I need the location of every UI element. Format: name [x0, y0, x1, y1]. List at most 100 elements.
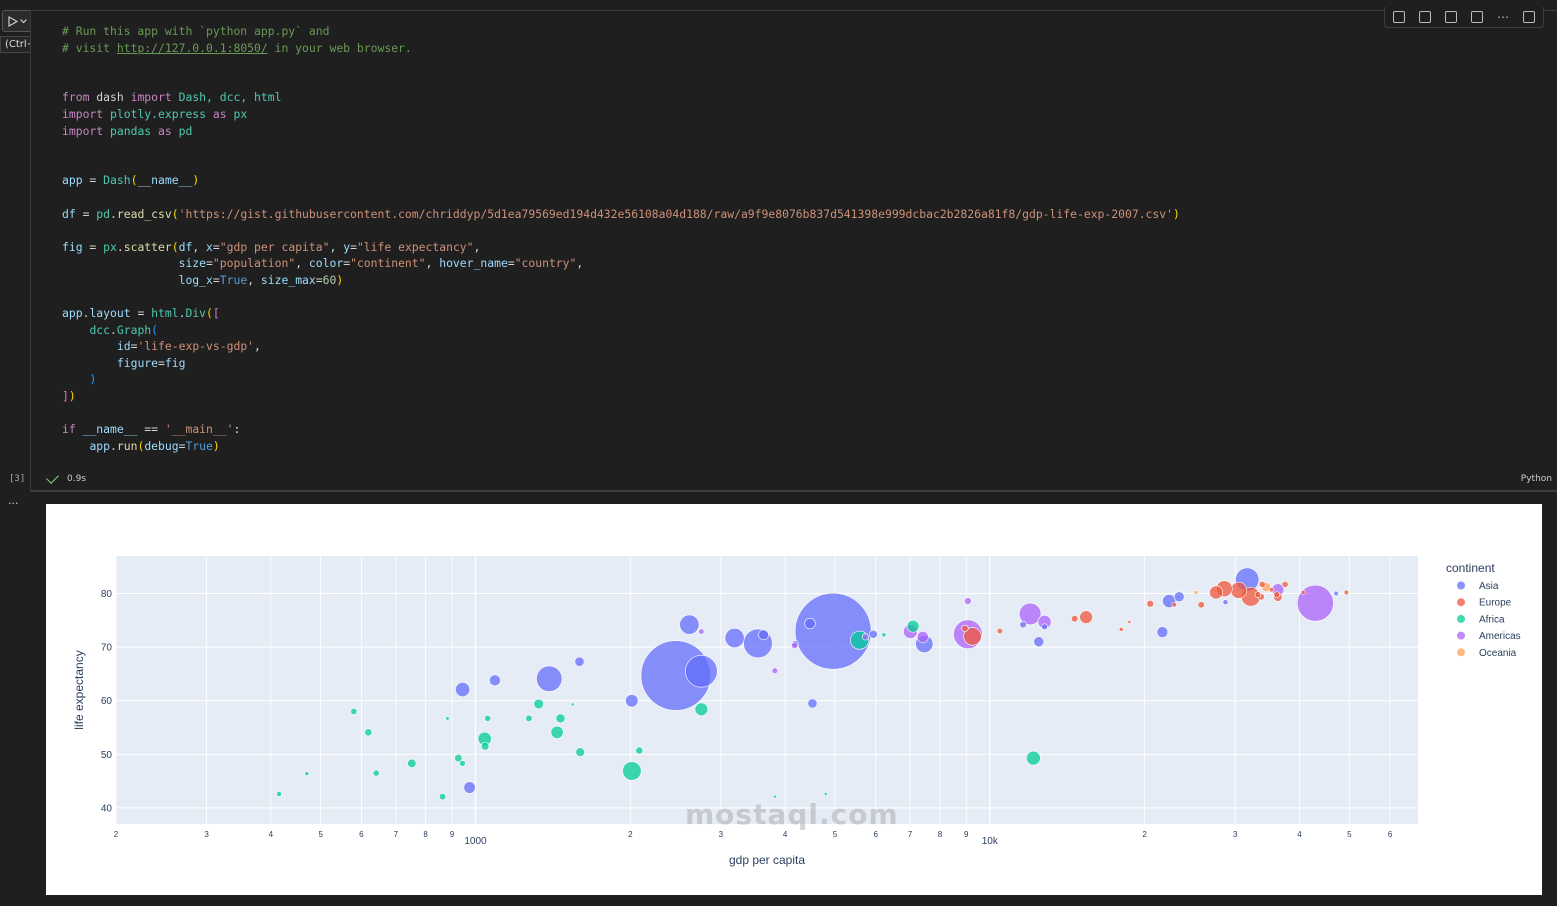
output-menu-icon[interactable]: ...: [8, 494, 19, 507]
legend-item-africa[interactable]: Africa: [1479, 614, 1505, 625]
bubble-europe[interactable]: [1209, 585, 1224, 600]
bubble-africa[interactable]: [550, 725, 564, 739]
bubble-americas[interactable]: [791, 642, 798, 649]
bubble-oceania[interactable]: [1193, 590, 1199, 595]
bubble-asia[interactable]: [685, 654, 718, 688]
bubble-asia[interactable]: [1041, 623, 1048, 631]
code-line: app = Dash(__name__): [62, 173, 199, 187]
more-icon[interactable]: ⋯: [1497, 11, 1509, 23]
bubble-europe[interactable]: [1127, 620, 1132, 624]
bubble-africa[interactable]: [276, 791, 282, 797]
code-line: # visit http://127.0.0.1:8050/ in your w…: [62, 41, 412, 55]
bubble-europe[interactable]: [1273, 591, 1280, 598]
bubble-africa[interactable]: [906, 619, 920, 633]
bubble-europe[interactable]: [1254, 591, 1262, 598]
bubble-europe[interactable]: [1071, 615, 1079, 623]
bubble-americas[interactable]: [771, 667, 779, 674]
bubble-africa[interactable]: [881, 632, 887, 638]
bubble-asia[interactable]: [804, 617, 816, 630]
code-token: df: [178, 239, 193, 254]
bubble-africa[interactable]: [570, 702, 575, 707]
scatter-chart[interactable]: 2 3 4 5 6 7 8 9 1000 2 3 4 5 6 7 8 9 10k 2 3 4 5 6 40 50 60 70 80 gd…: [46, 504, 1542, 895]
bubble-europe[interactable]: [996, 627, 1003, 635]
bubble-africa[interactable]: [1026, 750, 1041, 766]
bubble-europe[interactable]: [1197, 601, 1205, 609]
bubble-africa[interactable]: [575, 747, 585, 757]
bubble-europe[interactable]: [1146, 599, 1155, 608]
bubble-asia[interactable]: [1156, 626, 1169, 638]
bubble-asia[interactable]: [1222, 599, 1229, 605]
bubble-africa[interactable]: [372, 769, 380, 777]
execute-above-icon[interactable]: [1419, 11, 1431, 23]
legend-marker-americas[interactable]: [1457, 631, 1465, 640]
run-cell-button[interactable]: [2, 10, 32, 32]
bubble-asia[interactable]: [1333, 590, 1339, 597]
play-icon: [7, 15, 18, 27]
bubble-americas[interactable]: [861, 633, 869, 641]
split-cell-icon[interactable]: [1471, 11, 1483, 23]
bubble-europe[interactable]: [1258, 580, 1266, 588]
bubble-africa[interactable]: [635, 746, 644, 755]
bubble-europe[interactable]: [1230, 581, 1248, 599]
bubble-asia[interactable]: [489, 674, 501, 687]
legend-item-oceania[interactable]: Oceania: [1479, 648, 1517, 659]
bubble-asia[interactable]: [463, 781, 476, 794]
delete-icon[interactable]: [1523, 11, 1535, 23]
bubble-asia[interactable]: [869, 629, 878, 639]
bubble-africa[interactable]: [364, 728, 373, 737]
bubble-asia[interactable]: [679, 614, 700, 635]
bubble-europe[interactable]: [1343, 589, 1350, 596]
bubble-africa[interactable]: [525, 714, 533, 723]
bubble-asia[interactable]: [1019, 620, 1027, 629]
bubble-europe[interactable]: [1079, 610, 1093, 624]
chevron-down-icon[interactable]: [19, 18, 27, 24]
bubble-europe[interactable]: [1171, 602, 1177, 608]
bubble-africa[interactable]: [407, 758, 417, 769]
bubble-africa[interactable]: [823, 792, 828, 796]
bubble-asia[interactable]: [625, 694, 639, 708]
code-cell[interactable]: ⋯ # Run this app with `python app.py` an…: [30, 7, 1557, 492]
code-line: import plotly.express as px: [62, 107, 247, 121]
bubble-asia[interactable]: [574, 656, 585, 667]
bubble-africa[interactable]: [622, 761, 642, 781]
bubble-asia[interactable]: [724, 628, 745, 648]
bubble-africa[interactable]: [350, 708, 358, 715]
legend-marker-oceania[interactable]: [1457, 648, 1465, 657]
bubble-americas[interactable]: [916, 631, 929, 643]
legend-item-americas[interactable]: Americas: [1479, 631, 1521, 642]
bubble-europe[interactable]: [1268, 587, 1275, 593]
code-token: (: [171, 206, 179, 221]
bubble-africa[interactable]: [445, 716, 450, 721]
bubble-africa[interactable]: [459, 760, 466, 767]
bubble-africa[interactable]: [304, 771, 310, 777]
bubble-asia[interactable]: [1173, 591, 1185, 603]
code-editor[interactable]: # Run this app with `python app.py` and …: [62, 23, 1180, 454]
bubble-americas[interactable]: [964, 597, 972, 605]
bubble-asia[interactable]: [536, 665, 563, 692]
plot-output[interactable]: 2 3 4 5 6 7 8 9 1000 2 3 4 5 6 7 8 9 10k 2 3 4 5 6 40 50 60 70 80 gd…: [46, 504, 1542, 895]
legend-marker-europe[interactable]: [1457, 598, 1465, 607]
bubble-asia[interactable]: [758, 629, 769, 641]
bubble-africa[interactable]: [484, 714, 492, 722]
execute-below-icon[interactable]: [1445, 11, 1457, 23]
bubble-europe[interactable]: [961, 624, 969, 632]
bubble-africa[interactable]: [694, 702, 709, 717]
bubble-africa[interactable]: [438, 793, 447, 801]
bubble-europe[interactable]: [1281, 580, 1289, 588]
bubble-asia[interactable]: [1033, 636, 1045, 648]
bubble-africa[interactable]: [533, 698, 544, 710]
bubble-asia[interactable]: [807, 698, 818, 709]
legend-item-europe[interactable]: Europe: [1479, 598, 1512, 609]
legend-item-asia[interactable]: Asia: [1479, 581, 1499, 592]
legend-marker-asia[interactable]: [1457, 581, 1465, 590]
code-token[interactable]: http://127.0.0.1:8050/: [117, 41, 268, 55]
legend-marker-africa[interactable]: [1457, 614, 1465, 623]
bubble-africa[interactable]: [480, 742, 490, 751]
bubble-europe[interactable]: [1118, 627, 1124, 632]
bubble-africa[interactable]: [555, 713, 566, 724]
cell-language[interactable]: Python: [1521, 474, 1552, 484]
bubble-americas[interactable]: [698, 628, 705, 635]
run-by-line-icon[interactable]: [1393, 11, 1405, 23]
bubble-europe[interactable]: [1300, 590, 1306, 595]
bubble-asia[interactable]: [455, 681, 471, 697]
